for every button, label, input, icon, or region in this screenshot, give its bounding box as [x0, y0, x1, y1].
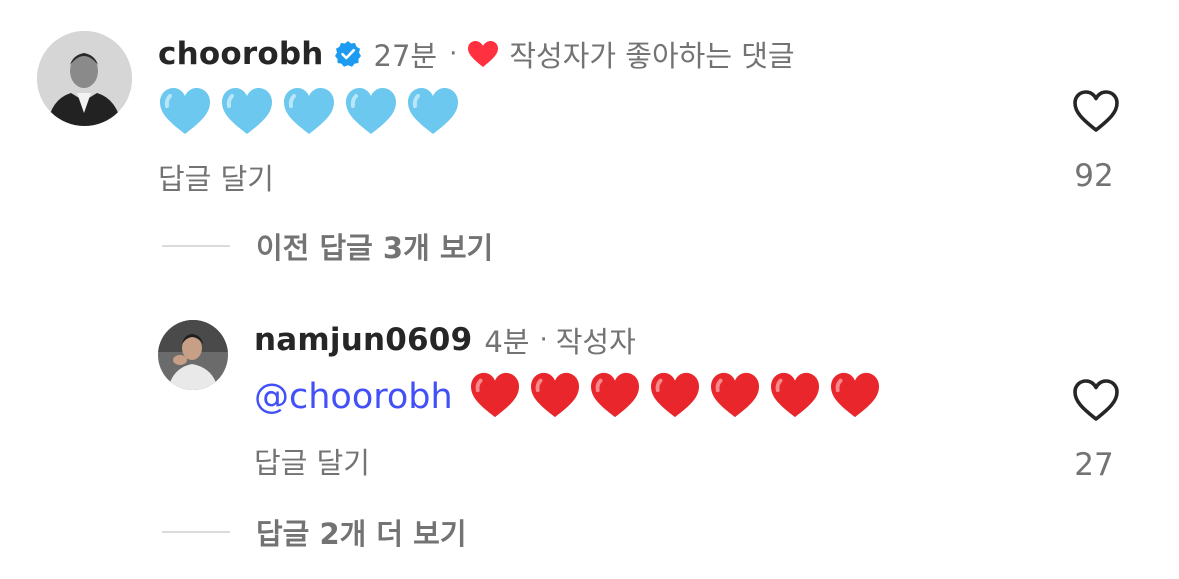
- comment-reply-button[interactable]: 답글 달기: [158, 156, 274, 198]
- reply-header: namjun0609 4분 · 작성자: [254, 320, 636, 360]
- red-heart-icon: [467, 40, 499, 68]
- red-heart-emoji: [709, 371, 761, 423]
- replies-divider-line: [162, 245, 230, 247]
- view-previous-replies-button[interactable]: 이전 답글 3개 보기: [162, 226, 493, 266]
- comment-body: [158, 86, 468, 140]
- reply-time: 4분: [484, 325, 530, 359]
- avatar-namjun0609[interactable]: [158, 320, 228, 390]
- red-heart-emoji: [529, 371, 581, 423]
- view-previous-replies-label: 이전 답글 3개 보기: [256, 231, 494, 265]
- author-badge-label: 작성자: [555, 325, 636, 359]
- reply-mention-link[interactable]: @choorobh: [254, 377, 453, 417]
- red-heart-emoji: [769, 371, 821, 423]
- verified-badge-icon: [334, 40, 362, 68]
- view-more-replies-button[interactable]: 답글 2개 더 보기: [162, 512, 467, 552]
- red-heart-emoji: [469, 371, 521, 423]
- replies-divider-line: [162, 531, 230, 533]
- light-blue-heart-emoji: [282, 86, 336, 140]
- light-blue-heart-emoji: [406, 86, 460, 140]
- red-heart-emoji: [649, 371, 701, 423]
- avatar-image: [37, 31, 132, 126]
- reply-like-count: 27: [1074, 447, 1114, 483]
- red-heart-emoji: [829, 371, 881, 423]
- heart-outline-icon[interactable]: [1071, 88, 1121, 134]
- comment-header: choorobh 27분 · 작성자가 좋아하는 댓글: [158, 34, 795, 74]
- comment-username[interactable]: choorobh: [158, 36, 324, 72]
- light-blue-heart-emoji: [344, 86, 398, 140]
- comment-like-count: 92: [1074, 158, 1114, 194]
- view-more-replies-label: 답글 2개 더 보기: [256, 517, 467, 551]
- reply-username[interactable]: namjun0609: [254, 322, 472, 358]
- avatar-image: [158, 320, 228, 390]
- reply-body: @choorobh: [254, 372, 889, 422]
- comment-time: 27분: [373, 39, 438, 73]
- liked-by-author-label: 작성자가 좋아하는 댓글: [509, 39, 795, 73]
- light-blue-heart-emoji: [158, 86, 212, 140]
- red-heart-emoji: [589, 371, 641, 423]
- separator-dot: ·: [449, 39, 458, 69]
- heart-outline-icon[interactable]: [1071, 377, 1121, 423]
- light-blue-heart-emoji: [220, 86, 274, 140]
- separator-dot: ·: [539, 325, 548, 355]
- avatar-choorobh[interactable]: [37, 31, 132, 126]
- reply-reply-button[interactable]: 답글 달기: [254, 440, 370, 482]
